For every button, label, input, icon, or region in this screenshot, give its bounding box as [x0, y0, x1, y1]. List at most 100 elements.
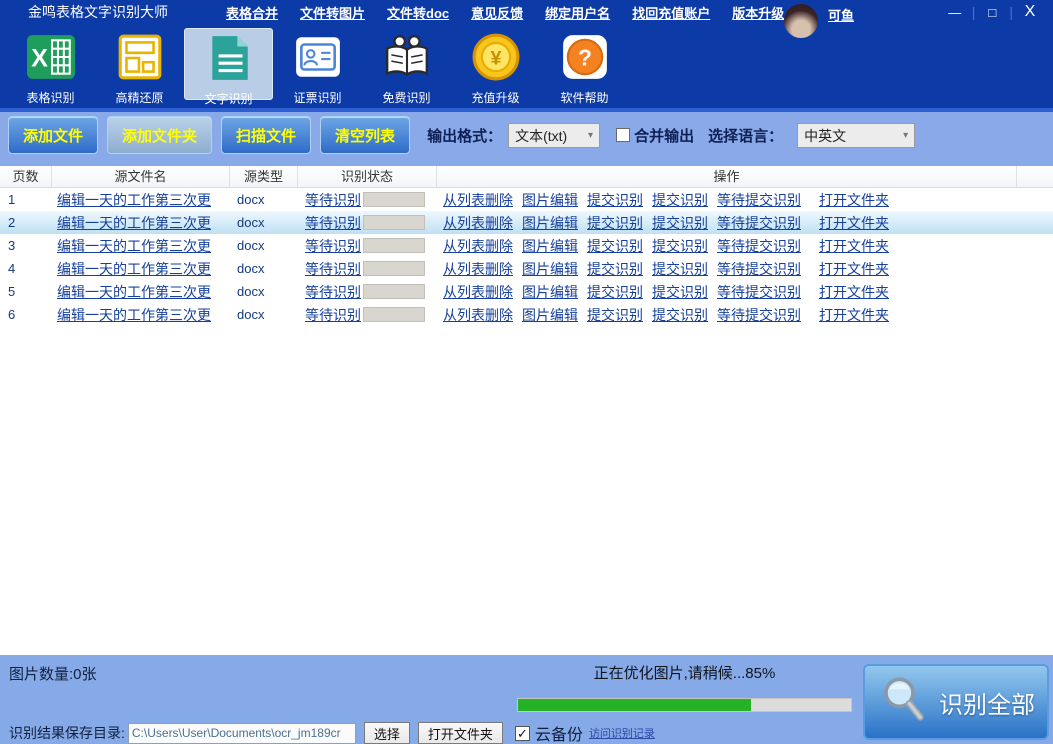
op-remove-from-list-link[interactable]: 从列表删除 — [443, 282, 513, 302]
menu-feedback[interactable]: 意见反馈 — [471, 3, 523, 22]
tab-software-help[interactable]: ? 软件帮助 — [540, 28, 629, 100]
open-book-icon — [382, 32, 432, 87]
op-wait-submit-recognition-link[interactable]: 等待提交识别 — [717, 305, 801, 325]
menu-bind-username[interactable]: 绑定用户名 — [545, 3, 610, 22]
op-remove-from-list-link[interactable]: 从列表删除 — [443, 213, 513, 233]
op-submit-recognition-link[interactable]: 提交识别 — [652, 213, 708, 233]
row-page-number: 2 — [0, 215, 52, 230]
row-status-link[interactable]: 等待识别 — [305, 282, 361, 302]
tab-high-precision-restore[interactable]: 高精还原 — [95, 28, 184, 100]
minimize-button[interactable]: — — [938, 5, 972, 20]
excel-table-icon: X — [26, 32, 76, 87]
op-submit-recognition-link[interactable]: 提交识别 — [587, 282, 643, 302]
open-folder-button[interactable]: 打开文件夹 — [418, 722, 503, 744]
menu-merge-tables[interactable]: 表格合并 — [226, 3, 278, 22]
op-edit-image-link[interactable]: 图片编辑 — [522, 305, 578, 325]
clear-list-button[interactable]: 清空列表 — [320, 116, 410, 154]
op-remove-from-list-link[interactable]: 从列表删除 — [443, 305, 513, 325]
row-filename-link[interactable]: 编辑一天的工作第三次更 — [57, 307, 211, 323]
op-wait-submit-recognition-link[interactable]: 等待提交识别 — [717, 190, 801, 210]
op-remove-from-list-link[interactable]: 从列表删除 — [443, 190, 513, 210]
username-link[interactable]: 可鱼 — [828, 5, 854, 24]
op-wait-submit-recognition-link[interactable]: 等待提交识别 — [717, 259, 801, 279]
op-wait-submit-recognition-link[interactable]: 等待提交识别 — [717, 282, 801, 302]
table-row[interactable]: 3 编辑一天的工作第三次更 docx 等待识别 从列表删除 图片编辑 提交识别 … — [0, 234, 1053, 257]
recognize-all-button[interactable]: 识别全部 — [863, 664, 1049, 740]
merge-output-checkbox[interactable] — [616, 128, 630, 142]
op-open-folder-link[interactable]: 打开文件夹 — [819, 305, 889, 325]
row-filename-link[interactable]: 编辑一天的工作第三次更 — [57, 192, 211, 208]
op-remove-from-list-link[interactable]: 从列表删除 — [443, 236, 513, 256]
table-row[interactable]: 4 编辑一天的工作第三次更 docx 等待识别 从列表删除 图片编辑 提交识别 … — [0, 257, 1053, 280]
menu-file-to-image[interactable]: 文件转图片 — [300, 3, 365, 22]
svg-text:?: ? — [578, 44, 592, 70]
close-button[interactable]: X — [1013, 3, 1047, 21]
op-edit-image-link[interactable]: 图片编辑 — [522, 282, 578, 302]
header-filename: 源文件名 — [52, 166, 230, 187]
tool-label: 高精还原 — [115, 89, 163, 106]
op-open-folder-link[interactable]: 打开文件夹 — [819, 213, 889, 233]
row-filename-link[interactable]: 编辑一天的工作第三次更 — [57, 261, 211, 277]
op-open-folder-link[interactable]: 打开文件夹 — [819, 282, 889, 302]
op-open-folder-link[interactable]: 打开文件夹 — [819, 259, 889, 279]
row-progress-placeholder — [363, 261, 425, 276]
row-page-number: 5 — [0, 284, 52, 299]
op-submit-recognition-link[interactable]: 提交识别 — [587, 190, 643, 210]
row-status-link[interactable]: 等待识别 — [305, 213, 361, 233]
table-row[interactable]: 1 编辑一天的工作第三次更 docx 等待识别 从列表删除 图片编辑 提交识别 … — [0, 188, 1053, 211]
maximize-button[interactable]: □ — [975, 5, 1009, 20]
output-format-select[interactable]: 文本(txt) ▾ — [508, 123, 600, 148]
row-filename-link[interactable]: 编辑一天的工作第三次更 — [57, 215, 211, 231]
op-submit-recognition-link[interactable]: 提交识别 — [652, 305, 708, 325]
save-dir-input[interactable]: C:\Users\User\Documents\ocr_jm189cr — [128, 723, 356, 744]
menu-version-upgrade[interactable]: 版本升级 — [732, 3, 784, 22]
op-open-folder-link[interactable]: 打开文件夹 — [819, 236, 889, 256]
op-edit-image-link[interactable]: 图片编辑 — [522, 236, 578, 256]
op-submit-recognition-link[interactable]: 提交识别 — [652, 282, 708, 302]
table-row[interactable]: 5 编辑一天的工作第三次更 docx 等待识别 从列表删除 图片编辑 提交识别 … — [0, 280, 1053, 303]
row-filename-link[interactable]: 编辑一天的工作第三次更 — [57, 238, 211, 254]
cloud-backup-checkbox[interactable] — [515, 726, 530, 741]
row-status-link[interactable]: 等待识别 — [305, 259, 361, 279]
language-select[interactable]: 中英文 ▾ — [797, 123, 915, 148]
choose-dir-button[interactable]: 选择 — [364, 722, 410, 744]
tab-certificate-recognition[interactable]: 证票识别 — [273, 28, 362, 100]
table-row[interactable]: 6 编辑一天的工作第三次更 docx 等待识别 从列表删除 图片编辑 提交识别 … — [0, 303, 1053, 326]
row-filename-link[interactable]: 编辑一天的工作第三次更 — [57, 284, 211, 300]
tab-table-recognition[interactable]: X 表格识别 — [6, 28, 95, 100]
header-status: 识别状态 — [298, 166, 437, 187]
op-open-folder-link[interactable]: 打开文件夹 — [819, 190, 889, 210]
op-submit-recognition-link[interactable]: 提交识别 — [652, 236, 708, 256]
user-avatar[interactable] — [784, 4, 818, 38]
op-wait-submit-recognition-link[interactable]: 等待提交识别 — [717, 236, 801, 256]
tab-text-recognition[interactable]: 文字识别 — [184, 28, 273, 100]
bottom-statusbar: 图片数量:0张 正在优化图片,请稍候...85% 识别结果保存目录: C:\Us… — [0, 655, 1053, 744]
op-submit-recognition-link[interactable]: 提交识别 — [587, 305, 643, 325]
tab-recharge-upgrade[interactable]: ¥ 充值升级 — [451, 28, 540, 100]
recognition-history-link[interactable]: 访问识别记录 — [589, 725, 655, 741]
tab-free-recognition[interactable]: 免费识别 — [362, 28, 451, 100]
row-status-link[interactable]: 等待识别 — [305, 190, 361, 210]
op-edit-image-link[interactable]: 图片编辑 — [522, 259, 578, 279]
row-status-link[interactable]: 等待识别 — [305, 305, 361, 325]
op-edit-image-link[interactable]: 图片编辑 — [522, 213, 578, 233]
row-progress-placeholder — [363, 284, 425, 299]
header-file-type: 源类型 — [230, 166, 298, 187]
op-submit-recognition-link[interactable]: 提交识别 — [652, 190, 708, 210]
op-wait-submit-recognition-link[interactable]: 等待提交识别 — [717, 213, 801, 233]
table-row[interactable]: 2 编辑一天的工作第三次更 docx 等待识别 从列表删除 图片编辑 提交识别 … — [0, 211, 1053, 234]
row-status-link[interactable]: 等待识别 — [305, 236, 361, 256]
op-submit-recognition-link[interactable]: 提交识别 — [587, 236, 643, 256]
menu-recover-account[interactable]: 找回充值账户 — [632, 3, 710, 22]
menu-file-to-doc[interactable]: 文件转doc — [387, 3, 449, 22]
window-controls: — | □ | X — [938, 0, 1047, 24]
op-edit-image-link[interactable]: 图片编辑 — [522, 190, 578, 210]
tool-label: 软件帮助 — [560, 89, 608, 106]
op-submit-recognition-link[interactable]: 提交识别 — [587, 213, 643, 233]
add-file-button[interactable]: 添加文件 — [8, 116, 98, 154]
op-submit-recognition-link[interactable]: 提交识别 — [587, 259, 643, 279]
op-remove-from-list-link[interactable]: 从列表删除 — [443, 259, 513, 279]
op-submit-recognition-link[interactable]: 提交识别 — [652, 259, 708, 279]
scan-file-button[interactable]: 扫描文件 — [221, 116, 311, 154]
add-folder-button[interactable]: 添加文件夹 — [107, 116, 212, 154]
